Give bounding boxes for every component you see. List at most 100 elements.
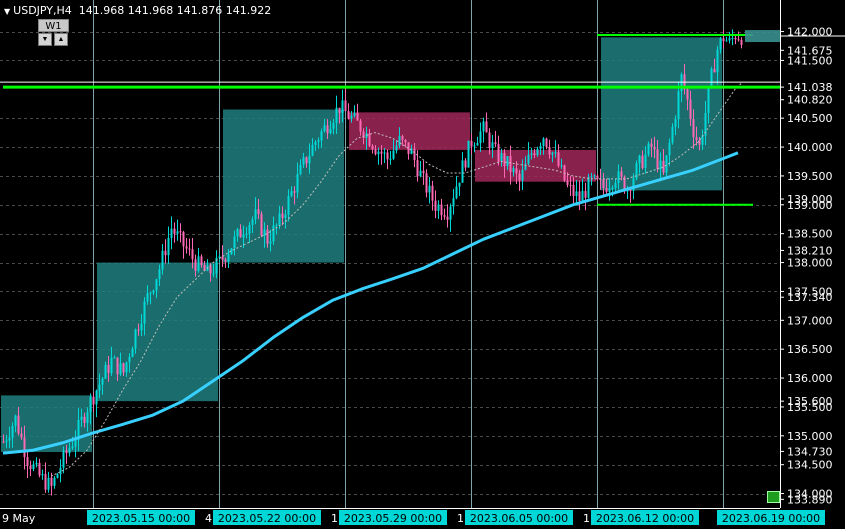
candle-body bbox=[275, 224, 278, 226]
symbol-label: USDJPY,H4 bbox=[13, 4, 72, 17]
candle-body bbox=[131, 348, 134, 358]
timeframe-up-icon[interactable]: ▲ bbox=[54, 33, 68, 46]
candle-body bbox=[113, 357, 116, 359]
candle-body bbox=[299, 164, 302, 175]
candle-body bbox=[698, 140, 701, 145]
candle-body bbox=[344, 100, 347, 112]
candle-body bbox=[503, 153, 506, 167]
price-level-label: 141.675 bbox=[787, 44, 833, 57]
candle-body bbox=[680, 74, 683, 92]
candle-body bbox=[8, 437, 11, 441]
candle-body bbox=[29, 465, 32, 469]
time-label: 2023.05.15 00:00 bbox=[92, 512, 190, 525]
candle-body bbox=[479, 131, 482, 144]
candle-body bbox=[272, 225, 275, 242]
price-tick-label: 134.500 bbox=[787, 459, 833, 472]
price-tick-label: 140.500 bbox=[787, 112, 833, 125]
chart-window[interactable]: 142.000 141.500 140.500 140.000 139.500 139.0… bbox=[0, 0, 845, 529]
candle-body bbox=[605, 188, 608, 193]
timeframe-switcher[interactable]: W1 ▼ ▲ bbox=[38, 19, 69, 46]
candle-body bbox=[740, 39, 743, 45]
candle-body bbox=[470, 140, 473, 147]
candle-body bbox=[425, 173, 428, 193]
candle-body bbox=[662, 160, 665, 173]
candle-body bbox=[368, 133, 371, 146]
candle-body bbox=[464, 160, 467, 168]
candle-body bbox=[221, 256, 224, 260]
candle-body bbox=[428, 185, 431, 193]
low-value: 141.876 bbox=[176, 4, 223, 17]
candle-body bbox=[668, 142, 671, 156]
price-tick-label: 138.500 bbox=[787, 228, 833, 241]
candle-body bbox=[236, 229, 239, 237]
candle-body bbox=[671, 126, 674, 143]
candle-body bbox=[35, 462, 38, 465]
price-tick-label: 138.000 bbox=[787, 257, 833, 270]
candle-body bbox=[296, 174, 299, 193]
candle-body bbox=[521, 169, 524, 181]
candle-body bbox=[116, 357, 119, 375]
candle-body bbox=[284, 214, 287, 218]
candle-body bbox=[467, 140, 470, 168]
candle-body bbox=[602, 179, 605, 189]
candle-body bbox=[380, 151, 383, 154]
candle-body bbox=[14, 415, 17, 426]
candle-body bbox=[608, 188, 611, 193]
candle-body bbox=[491, 142, 494, 149]
price-axis-labels: 142.000141.500140.500140.000139.500139.0… bbox=[745, 26, 845, 506]
timeframe-label: W1 bbox=[38, 19, 69, 32]
candle-body bbox=[419, 170, 422, 177]
candle-body bbox=[446, 216, 449, 220]
candle-body bbox=[650, 143, 653, 147]
candle-body bbox=[359, 120, 362, 132]
candle-body bbox=[266, 229, 269, 244]
candle-body bbox=[647, 143, 650, 155]
candle-body bbox=[107, 364, 110, 373]
timeframe-down-icon[interactable]: ▼ bbox=[38, 33, 52, 46]
chart-corner-button[interactable] bbox=[767, 491, 780, 503]
candle-body bbox=[392, 150, 395, 159]
weekly-box bbox=[223, 109, 344, 263]
collapse-triangle-icon[interactable]: ▼ bbox=[4, 7, 10, 16]
candle-body bbox=[80, 416, 83, 420]
candle-body bbox=[656, 149, 659, 169]
candle-body bbox=[293, 191, 296, 193]
candle-body bbox=[710, 68, 713, 88]
candle-body bbox=[581, 190, 584, 201]
candle-body bbox=[356, 112, 359, 121]
current-price-line bbox=[745, 30, 780, 43]
price-tick-label: 140.000 bbox=[787, 141, 833, 154]
candle-body bbox=[536, 148, 539, 155]
candle-body bbox=[437, 204, 440, 211]
time-axis-labels: 9 May 2023.05.15 00:00 2023.05.22 00:00 4 20… bbox=[2, 510, 825, 525]
candle-body bbox=[305, 157, 308, 164]
candle-body bbox=[122, 363, 125, 373]
candle-body bbox=[575, 191, 578, 196]
candle-body bbox=[545, 138, 548, 148]
candle-body bbox=[68, 448, 71, 454]
candle-body bbox=[341, 100, 344, 113]
candle-body bbox=[5, 440, 8, 442]
candle-body bbox=[458, 182, 461, 187]
candle-body bbox=[287, 195, 290, 215]
price-chart[interactable]: 142.000141.500140.500140.000139.500139.0… bbox=[0, 0, 845, 529]
candle-body bbox=[434, 200, 437, 211]
candle-body bbox=[89, 396, 92, 413]
candle-body bbox=[278, 213, 281, 225]
candle-body bbox=[281, 213, 284, 218]
candle-body bbox=[488, 132, 491, 149]
price-partial-label: 139.000 bbox=[787, 193, 833, 206]
candle-body bbox=[257, 209, 260, 214]
open-value: 141.968 bbox=[78, 4, 125, 17]
candle-body bbox=[329, 128, 332, 134]
candle-body bbox=[332, 122, 335, 129]
candle-body bbox=[377, 151, 380, 155]
candle-body bbox=[494, 142, 497, 145]
price-tick-label: 142.000 bbox=[787, 26, 833, 39]
candle-body bbox=[188, 248, 191, 250]
candle-body bbox=[134, 329, 137, 349]
candle-body bbox=[53, 477, 56, 486]
candle-body bbox=[731, 37, 734, 39]
candle-body bbox=[452, 198, 455, 207]
candle-body bbox=[482, 121, 485, 132]
